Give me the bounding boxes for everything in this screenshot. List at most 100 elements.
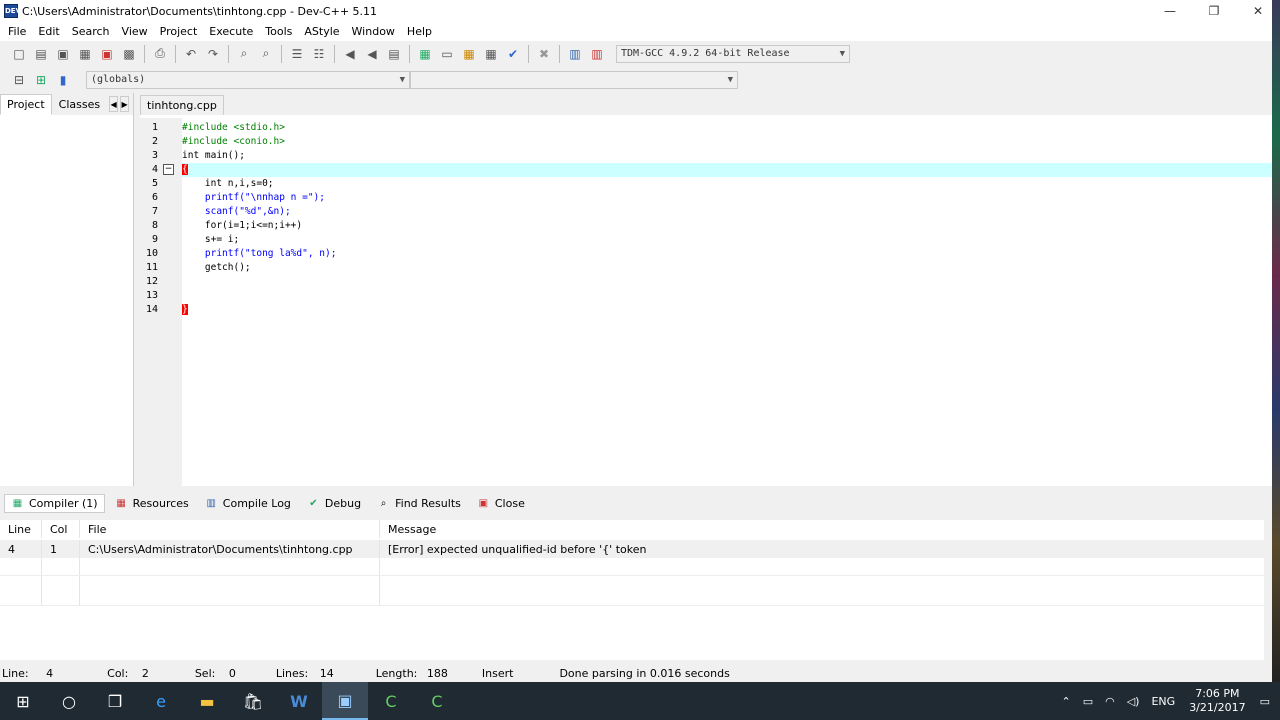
file-explorer-icon[interactable]: ▬ [184, 682, 230, 720]
close-all-icon[interactable]: ▩ [119, 44, 139, 64]
menu-astyle[interactable]: AStyle [298, 25, 345, 38]
menu-execute[interactable]: Execute [203, 25, 259, 38]
clock[interactable]: 7:06 PM 3/21/2017 [1189, 687, 1245, 715]
menu-tools[interactable]: Tools [259, 25, 298, 38]
scope-select[interactable]: (globals) ▼ [86, 70, 410, 89]
chevron-down-icon: ▼ [839, 48, 845, 59]
code-line: printf("tong la%d", n); [182, 247, 1276, 261]
gutter-lines: 1 2 3 4 5 6 7 8 9 10 11 12 13 14− [140, 118, 182, 486]
chart-icon[interactable]: ▥ [565, 44, 585, 64]
redo-icon[interactable]: ↷ [203, 44, 223, 64]
tab-compiler[interactable]: ▦ Compiler (1) [4, 493, 105, 513]
code-line: #include <conio.h> [182, 135, 1276, 149]
insert-icon[interactable]: ⊟ [9, 70, 29, 90]
column-header-line[interactable]: Line [0, 520, 42, 538]
tab-scroll-right-icon[interactable]: ▶ [120, 96, 129, 112]
print-icon[interactable]: ⎙ [150, 44, 170, 64]
bookmark-icon[interactable]: ▤ [384, 44, 404, 64]
toggle-comment-icon[interactable]: ⊞ [31, 70, 51, 90]
code-line-text: int main(); [182, 150, 245, 161]
language-indicator[interactable]: ENG [1151, 695, 1175, 708]
save-icon[interactable]: ▣ [53, 44, 73, 64]
codeblocks-icon[interactable]: C [368, 682, 414, 720]
menu-edit[interactable]: Edit [32, 25, 65, 38]
goto-line-icon[interactable]: ☷ [309, 44, 329, 64]
restore-button[interactable]: ❐ [1192, 0, 1236, 22]
compiler-icon: ▦ [12, 497, 23, 509]
table-row[interactable]: 4 1 C:\Users\Administrator\Documents\tin… [0, 540, 1264, 558]
column-header-message[interactable]: Message [380, 520, 1264, 538]
store-icon[interactable]: 🛍 [230, 682, 276, 720]
line-number: 11 [145, 262, 158, 273]
grid-icon[interactable]: ▦ [481, 44, 501, 64]
menu-search[interactable]: Search [66, 25, 116, 38]
profile-icon[interactable]: ▥ [587, 44, 607, 64]
close-panel-icon: ▣ [478, 497, 489, 509]
compiler-select[interactable]: TDM-GCC 4.9.2 64-bit Release ▼ [616, 44, 850, 63]
window-controls: — ❐ ✕ [1148, 0, 1280, 22]
tab-scroll-left-icon[interactable]: ◀ [109, 96, 119, 112]
menu-window[interactable]: Window [346, 25, 401, 38]
word-icon[interactable]: W [276, 682, 322, 720]
menu-help[interactable]: Help [401, 25, 438, 38]
fold-toggle-icon[interactable]: − [163, 164, 174, 175]
tab-project[interactable]: Project [0, 94, 52, 115]
code-line: s+= i; [182, 233, 1276, 247]
row-file: C:\Users\Administrator\Documents\tinhton… [80, 540, 380, 558]
tab-resources[interactable]: ▦ Resources [109, 495, 195, 512]
back-icon[interactable]: ◀ [340, 44, 360, 64]
column-header-file[interactable]: File [80, 520, 380, 538]
new-project-icon[interactable]: ▦ [415, 44, 435, 64]
secondary-toolbar: ⊟ ⊞ ▮ (globals) ▼ ▼ [0, 67, 1270, 92]
devcpp-taskbar-icon[interactable]: ▣ [322, 682, 368, 720]
close-file-icon[interactable]: ▣ [97, 44, 117, 64]
code-line: } [182, 303, 1276, 317]
window-icon[interactable]: ▭ [437, 44, 457, 64]
tab-find-results[interactable]: ⌕ Find Results [371, 495, 467, 512]
code-line: { [182, 163, 1276, 177]
code-editor[interactable]: #include <stdio.h> #include <conio.h> int … [182, 118, 1276, 486]
undo-icon[interactable]: ↶ [181, 44, 201, 64]
menu-view[interactable]: View [116, 25, 154, 38]
tab-compile-log[interactable]: ▥ Compile Log [199, 495, 297, 512]
forward-icon[interactable]: ◀ [362, 44, 382, 64]
open-file-icon[interactable]: ▤ [31, 44, 51, 64]
code-line-text: scanf("%d",&n); [182, 206, 291, 217]
check-syntax-icon[interactable]: ✔ [503, 44, 523, 64]
bookmark-toggle-icon[interactable]: ▮ [53, 70, 73, 90]
tab-find-results-label: Find Results [395, 496, 461, 510]
replace-icon[interactable]: ⌕ [256, 44, 276, 64]
tab-close[interactable]: ▣ Close [471, 495, 531, 512]
battery-icon[interactable]: ▭ [1083, 695, 1093, 708]
tray-chevron-icon[interactable]: ⌃ [1061, 695, 1070, 708]
save-all-icon[interactable]: ▦ [75, 44, 95, 64]
toolbar-separator [528, 44, 529, 63]
find-icon[interactable]: ⌕ [234, 44, 254, 64]
tab-classes[interactable]: Classes [52, 94, 107, 115]
menu-project[interactable]: Project [154, 25, 204, 38]
menu-file[interactable]: File [2, 25, 32, 38]
tab-debug[interactable]: ✔ Debug [301, 495, 367, 512]
edge-browser-icon[interactable]: e [138, 682, 184, 720]
class-browser-icon[interactable]: ▦ [459, 44, 479, 64]
wifi-icon[interactable]: ◠ [1105, 695, 1115, 708]
codeblocks-2-icon[interactable]: C [414, 682, 460, 720]
task-view-icon[interactable]: ❒ [92, 682, 138, 720]
stop-execution-icon[interactable]: ✖ [534, 44, 554, 64]
main-toolbar: □ ▤ ▣ ▦ ▣ ▩ ⎙ ↶ ↷ ⌕ ⌕ ☰ ☷ ◀ ◀ ▤ ▦ ▭ ▦ ▦ … [0, 41, 1270, 66]
notifications-icon[interactable]: ▭ [1260, 695, 1270, 708]
menu-bar: File Edit Search View Project Execute To… [0, 22, 1280, 41]
volume-icon[interactable]: ◁) [1127, 695, 1140, 708]
minimize-button[interactable]: — [1148, 0, 1192, 22]
compiler-messages-table: Line Col File Message 4 1 C:\Users\Admin… [0, 520, 1264, 660]
search-icon[interactable]: ○ [46, 682, 92, 720]
code-line-text: s+= i; [182, 234, 240, 245]
tab-tinhtong-cpp[interactable]: tinhtong.cpp [140, 95, 224, 115]
member-select[interactable]: ▼ [410, 70, 738, 89]
code-line: getch(); [182, 261, 1276, 275]
indent-icon[interactable]: ☰ [287, 44, 307, 64]
windows-start-icon[interactable]: ⊞ [0, 682, 46, 720]
new-file-icon[interactable]: □ [9, 44, 29, 64]
column-header-col[interactable]: Col [42, 520, 80, 538]
status-mode: Insert [481, 666, 514, 680]
